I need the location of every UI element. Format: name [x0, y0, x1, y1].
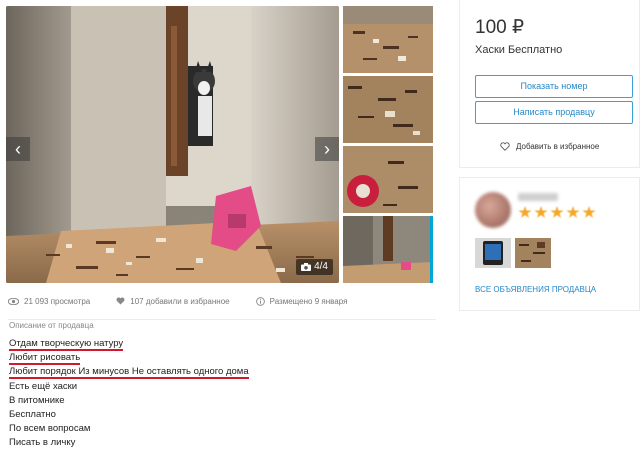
star-icon	[518, 206, 532, 218]
posted-date: Размещено 9 января	[269, 296, 348, 306]
show-number-button[interactable]: Показать номер	[475, 75, 633, 98]
seller-card: ВСЕ ОБЪЯВЛЕНИЯ ПРОДАВЦА	[459, 177, 640, 311]
photo-counter-text: 4/4	[314, 261, 328, 272]
camera-icon	[301, 263, 312, 271]
listing-stats: 21 093 просмотра 107 добавили в избранно…	[8, 294, 373, 308]
main-photo-image	[6, 6, 339, 283]
price-card: 100 ₽ Хаски Бесплатно Показать номер Нап…	[459, 0, 640, 168]
favorites-stat: 107 добавили в избранное	[116, 296, 230, 306]
description-line: По всем вопросам	[9, 422, 249, 436]
thumbnail-1[interactable]	[343, 6, 433, 73]
highlighted-text: Отдам творческую натуру	[9, 338, 124, 351]
description-line: Бесплатно	[9, 408, 249, 422]
thumbnail-3[interactable]	[343, 146, 433, 213]
description-line: Любит рисовать	[9, 351, 249, 366]
chevron-left-icon: ‹	[15, 139, 21, 159]
highlighted-text: Любит рисовать	[9, 352, 81, 366]
heart-icon	[116, 297, 125, 305]
thumbnail-image	[343, 6, 433, 73]
description-line: Писать в личку	[9, 436, 249, 450]
description-text: Бесплатно	[9, 408, 56, 420]
description-line: Отдам творческую натуру	[9, 337, 249, 351]
chevron-right-icon: ›	[324, 139, 330, 159]
thumbnail-4[interactable]	[343, 216, 433, 283]
info-icon	[255, 296, 265, 306]
posted-stat: Размещено 9 января	[255, 296, 348, 306]
thumbnail-strip	[343, 6, 435, 286]
thumbnail-image	[343, 146, 433, 213]
mess-image	[515, 238, 551, 268]
thumbnail-2[interactable]	[343, 76, 433, 143]
listing-title: Хаски Бесплатно	[475, 44, 563, 56]
write-seller-button[interactable]: Написать продавцу	[475, 101, 633, 124]
star-icon	[534, 206, 548, 218]
highlighted-text: Любит порядок Из минусов Не оставлять од…	[9, 366, 249, 380]
description-text: По всем вопросам	[9, 423, 91, 435]
divider	[8, 319, 436, 320]
eye-icon	[8, 297, 19, 305]
phone-image	[475, 238, 511, 268]
seller-name-blurred[interactable]	[518, 193, 558, 201]
seller-rating	[518, 206, 596, 219]
description-text: Есть ещё хаски	[9, 380, 78, 392]
description-line: Любит порядок Из минусов Не оставлять од…	[9, 365, 249, 380]
next-photo-button[interactable]: ›	[315, 137, 339, 161]
avatar[interactable]	[475, 192, 511, 228]
star-icon	[550, 206, 564, 218]
seller-ad-thumbnail[interactable]	[475, 238, 511, 268]
thumbnail-image	[343, 216, 430, 283]
description-line: В питомнике	[9, 394, 249, 408]
description: Отдам творческую натуру Любит рисовать Л…	[9, 337, 249, 451]
price: 100 ₽	[475, 17, 525, 38]
description-line: Есть ещё хаски	[9, 380, 249, 394]
views-stat: 21 093 просмотра	[8, 297, 90, 306]
description-heading: Описание от продавца	[9, 321, 94, 330]
main-photo[interactable]: ‹ › 4/4	[6, 6, 339, 283]
thumbnail-image	[343, 76, 433, 143]
favorites-count: 107 добавили в избранное	[130, 296, 230, 306]
star-icon	[566, 206, 580, 218]
description-text: В питомнике	[9, 394, 65, 406]
star-icon	[582, 206, 596, 218]
photo-counter: 4/4	[296, 259, 333, 275]
add-to-favorites-button[interactable]: Добавить в избранное	[500, 142, 599, 151]
all-seller-ads-link[interactable]: ВСЕ ОБЪЯВЛЕНИЯ ПРОДАВЦА	[475, 285, 596, 294]
views-count: 21 093 просмотра	[24, 296, 91, 306]
seller-ad-thumbnail[interactable]	[515, 238, 551, 268]
add-to-favorites-label: Добавить в избранное	[516, 142, 600, 151]
prev-photo-button[interactable]: ‹	[6, 137, 30, 161]
description-text: Писать в личку	[9, 437, 76, 449]
heart-outline-icon	[500, 142, 510, 151]
